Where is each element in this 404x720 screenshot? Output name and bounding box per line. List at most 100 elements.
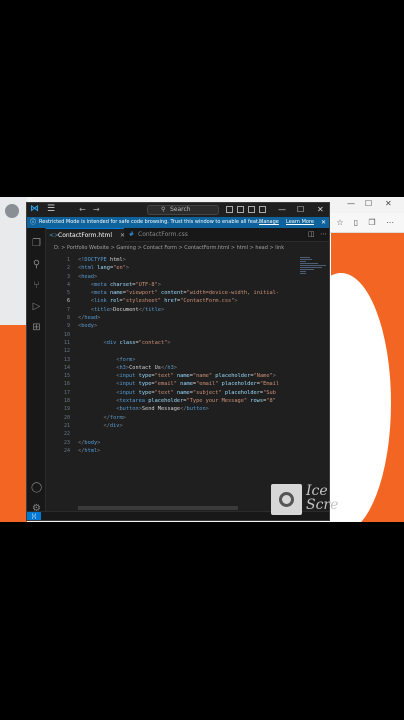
code-line[interactable]: </form> bbox=[78, 414, 296, 422]
restricted-mode-banner: ⓘ Restricted Mode is intended for safe c… bbox=[27, 217, 329, 228]
line-number: 11 bbox=[63, 339, 70, 346]
info-icon: ⓘ bbox=[30, 219, 37, 226]
more-actions-icon[interactable]: ⋯ bbox=[320, 230, 327, 238]
search-icon[interactable]: ⚲ bbox=[31, 259, 42, 270]
manage-link[interactable]: Manage bbox=[259, 217, 279, 228]
code-content[interactable]: <!DOCTYPE html> <html lang="en"> <head> <m… bbox=[78, 256, 296, 455]
code-line[interactable]: <meta name="viewport" content="width=dev… bbox=[78, 289, 296, 297]
page-orange-graphic bbox=[291, 233, 404, 522]
tab-label: ContactForm.css bbox=[138, 231, 188, 238]
menu-icon[interactable]: ☰ bbox=[47, 205, 55, 214]
line-number: 21 bbox=[63, 422, 70, 429]
line-number: 12 bbox=[63, 348, 70, 355]
favorites-icon[interactable]: ☆ bbox=[335, 218, 345, 228]
profile-avatar-icon[interactable] bbox=[5, 204, 19, 218]
line-number: 7 bbox=[66, 306, 70, 313]
customize-layout-icon[interactable] bbox=[259, 206, 266, 213]
code-line[interactable]: <div class="contact"> bbox=[78, 339, 296, 347]
vscode-logo-icon: ⋈ bbox=[30, 204, 39, 214]
code-line[interactable]: <form> bbox=[78, 356, 296, 364]
line-number: 9 bbox=[66, 323, 70, 330]
source-control-icon[interactable]: ⑂ bbox=[31, 280, 42, 291]
command-center-search[interactable]: ⚲ Search bbox=[147, 205, 219, 215]
vscode-window: ⋈ ☰ ← → ⚲ Search — ☐ ✕ ⓘ Restricted Mode… bbox=[26, 202, 330, 521]
split-editor-icon[interactable]: ◫ bbox=[308, 230, 315, 238]
line-number: 5 bbox=[66, 290, 70, 297]
tab-label: ContactForm.html bbox=[58, 232, 113, 239]
minimize-icon[interactable]: — bbox=[278, 204, 286, 215]
browser-titlebar: — ☐ ✕ bbox=[329, 197, 404, 213]
toggle-primary-sidebar-icon[interactable] bbox=[226, 206, 233, 213]
code-line[interactable]: <textarea placeholder="Type your Message… bbox=[78, 397, 296, 405]
letterbox-bottom bbox=[0, 522, 404, 720]
html-file-icon: <> bbox=[49, 232, 60, 239]
code-line[interactable]: <button>Send Message</button> bbox=[78, 405, 296, 413]
toggle-panel-icon[interactable] bbox=[237, 206, 244, 213]
line-number: 2 bbox=[66, 265, 70, 272]
line-number: 22 bbox=[63, 431, 70, 438]
code-line[interactable]: </head> bbox=[78, 314, 296, 322]
icecream-watermark: Ice Scre bbox=[271, 484, 404, 520]
code-line[interactable] bbox=[78, 331, 296, 339]
toggle-secondary-sidebar-icon[interactable] bbox=[248, 206, 255, 213]
line-number: 23 bbox=[63, 439, 70, 446]
back-arrow-icon[interactable]: ← bbox=[79, 205, 86, 214]
desktop-screen: — ☐ ✕ ☆ ▯ ❐ ⋯ ⋈ ☰ ← → ⚲ Search — ☐ ✕ ⓘ R… bbox=[0, 197, 404, 522]
line-number: 10 bbox=[63, 331, 70, 338]
code-line[interactable]: <input type="email" name="email" placeho… bbox=[78, 380, 296, 388]
code-line[interactable] bbox=[78, 347, 296, 355]
code-line[interactable]: </body> bbox=[78, 439, 296, 447]
breadcrumb[interactable]: D: > Portfolio Website > Gaming > Contac… bbox=[46, 243, 329, 253]
code-line[interactable]: <link rel="stylesheet" href="ContactForm… bbox=[78, 297, 296, 305]
code-line[interactable]: </html> bbox=[78, 447, 296, 455]
code-line[interactable]: </div> bbox=[78, 422, 296, 430]
collections-icon[interactable]: ❐ bbox=[367, 218, 377, 228]
line-number: 13 bbox=[63, 356, 70, 363]
code-line[interactable]: <input type="text" name="subject" placeh… bbox=[78, 389, 296, 397]
code-line[interactable]: <title>Document</title> bbox=[78, 306, 296, 314]
remote-indicator-icon[interactable]: ⟩⟨ bbox=[27, 512, 41, 520]
code-line[interactable] bbox=[78, 430, 296, 438]
explorer-icon[interactable]: ❐ bbox=[31, 238, 42, 249]
split-screen-icon[interactable]: ▯ bbox=[351, 218, 361, 228]
close-tab-icon[interactable]: ✕ bbox=[120, 232, 125, 239]
background-browser-left bbox=[0, 197, 27, 522]
tab-contactform-html[interactable]: <> ContactForm.html ✕ bbox=[46, 228, 125, 242]
search-icon: ⚲ bbox=[161, 206, 166, 213]
line-number: 24 bbox=[63, 447, 70, 454]
line-number: 4 bbox=[66, 281, 70, 288]
code-line[interactable]: <input type="text" name="name" placehold… bbox=[78, 372, 296, 380]
browser-toolbar: ☆ ▯ ❐ ⋯ bbox=[329, 213, 404, 233]
code-line[interactable]: <body> bbox=[78, 322, 296, 330]
code-line[interactable]: <html lang="en"> bbox=[78, 264, 296, 272]
accounts-icon[interactable]: ◯ bbox=[31, 482, 42, 493]
letterbox-top bbox=[0, 0, 404, 197]
code-line[interactable]: <meta charset="UTF-8"> bbox=[78, 281, 296, 289]
watermark-text: Ice Scre bbox=[306, 483, 339, 513]
horizontal-scrollbar[interactable] bbox=[78, 506, 238, 510]
code-editor[interactable]: 1 2 3 4 5 6 7 8 9 10 11 12 13 14 15 16 17 18 19 20 21 22 23 24 … bbox=[46, 253, 329, 511]
close-icon[interactable]: ✕ bbox=[385, 199, 392, 208]
close-icon[interactable]: ✕ bbox=[317, 204, 324, 215]
close-banner-icon[interactable]: ✕ bbox=[321, 217, 326, 228]
run-debug-icon[interactable]: ▷ bbox=[31, 301, 42, 312]
line-number: 17 bbox=[63, 389, 70, 396]
code-line[interactable]: <head> bbox=[78, 273, 296, 281]
line-number: 8 bbox=[66, 315, 70, 322]
forward-arrow-icon[interactable]: → bbox=[93, 205, 100, 214]
line-number: 19 bbox=[63, 406, 70, 413]
line-number: 3 bbox=[66, 273, 70, 280]
line-number: 20 bbox=[63, 414, 70, 421]
code-line[interactable]: <!DOCTYPE html> bbox=[78, 256, 296, 264]
extensions-icon[interactable]: ⊞ bbox=[31, 322, 42, 333]
banner-message: Restricted Mode is intended for safe cod… bbox=[39, 219, 263, 225]
code-line[interactable]: <h3>Contact Us</h3> bbox=[78, 364, 296, 372]
minimize-icon[interactable]: — bbox=[347, 199, 355, 208]
minimap[interactable] bbox=[298, 256, 328, 282]
maximize-icon[interactable]: ☐ bbox=[365, 199, 372, 208]
learn-more-link[interactable]: Learn More bbox=[286, 217, 314, 228]
line-number: 16 bbox=[63, 381, 70, 388]
maximize-icon[interactable]: ☐ bbox=[297, 204, 304, 215]
more-icon[interactable]: ⋯ bbox=[385, 218, 395, 228]
tab-contactform-css[interactable]: # ContactForm.css bbox=[126, 228, 204, 242]
